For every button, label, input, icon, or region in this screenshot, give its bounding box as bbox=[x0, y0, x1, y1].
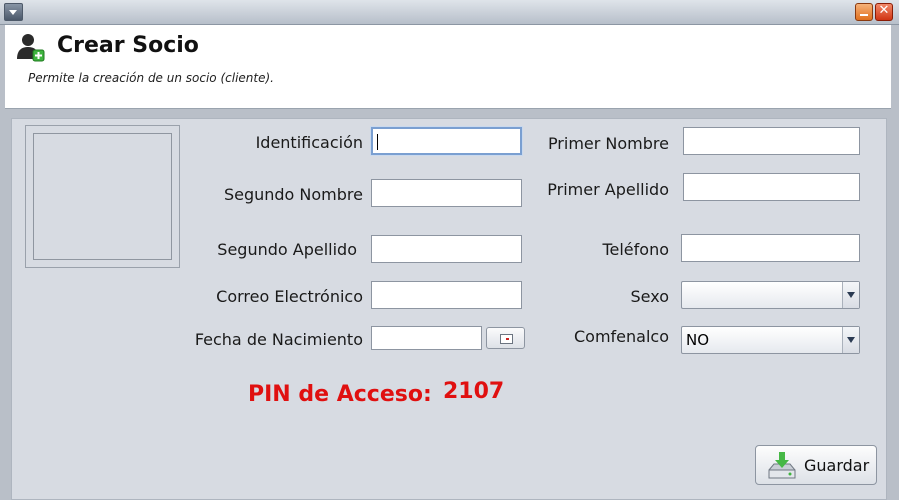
pin-value: 2107 bbox=[443, 379, 505, 404]
download-drive-icon bbox=[768, 452, 796, 479]
sexo-select[interactable] bbox=[681, 281, 860, 309]
calendar-icon bbox=[500, 334, 513, 344]
pin-label: PIN de Acceso: bbox=[248, 382, 432, 407]
sexo-label: Sexo bbox=[630, 287, 669, 306]
chevron-down-icon[interactable] bbox=[842, 282, 859, 308]
segundo-nombre-input[interactable] bbox=[371, 179, 522, 207]
photo-placeholder bbox=[33, 133, 172, 260]
correo-label: Correo Electrónico bbox=[216, 287, 363, 306]
save-button-label: Guardar bbox=[804, 456, 870, 475]
primer-nombre-input[interactable] bbox=[683, 127, 860, 155]
calendar-button[interactable] bbox=[486, 327, 525, 349]
primer-apellido-label: Primer Apellido bbox=[547, 180, 669, 199]
text-caret bbox=[377, 134, 378, 150]
segundo-apellido-input[interactable] bbox=[371, 235, 522, 263]
comfenalco-value: NO bbox=[686, 331, 710, 349]
comfenalco-select[interactable]: NO bbox=[681, 326, 860, 354]
save-button[interactable]: Guardar bbox=[755, 445, 877, 485]
fecha-nacimiento-input[interactable] bbox=[371, 326, 482, 350]
segundo-nombre-label: Segundo Nombre bbox=[223, 185, 363, 204]
minimize-icon[interactable] bbox=[855, 3, 873, 21]
comfenalco-label: Comfenalco bbox=[574, 327, 669, 346]
telefono-input[interactable] bbox=[681, 234, 860, 262]
segundo-apellido-label: Segundo Apellido bbox=[217, 240, 357, 259]
identificacion-input[interactable] bbox=[371, 127, 522, 155]
telefono-label: Teléfono bbox=[602, 240, 669, 259]
chevron-down-icon[interactable] bbox=[4, 3, 23, 21]
identificacion-label: Identificación bbox=[255, 133, 363, 152]
chevron-down-icon[interactable] bbox=[842, 327, 859, 353]
correo-input[interactable] bbox=[371, 281, 522, 309]
photo-frame[interactable] bbox=[25, 125, 180, 268]
primer-apellido-input[interactable] bbox=[683, 173, 860, 201]
page-subtitle: Permite la creación de un socio (cliente… bbox=[28, 71, 274, 85]
add-user-icon bbox=[17, 34, 45, 62]
fecha-nacimiento-label: Fecha de Nacimiento bbox=[194, 330, 363, 349]
primer-nombre-label: Primer Nombre bbox=[547, 134, 669, 153]
page-title: Crear Socio bbox=[57, 33, 199, 58]
window-titlebar: ✕ bbox=[0, 0, 899, 25]
close-icon[interactable]: ✕ bbox=[875, 3, 893, 21]
header-panel: Crear Socio Permite la creación de un so… bbox=[5, 25, 891, 109]
